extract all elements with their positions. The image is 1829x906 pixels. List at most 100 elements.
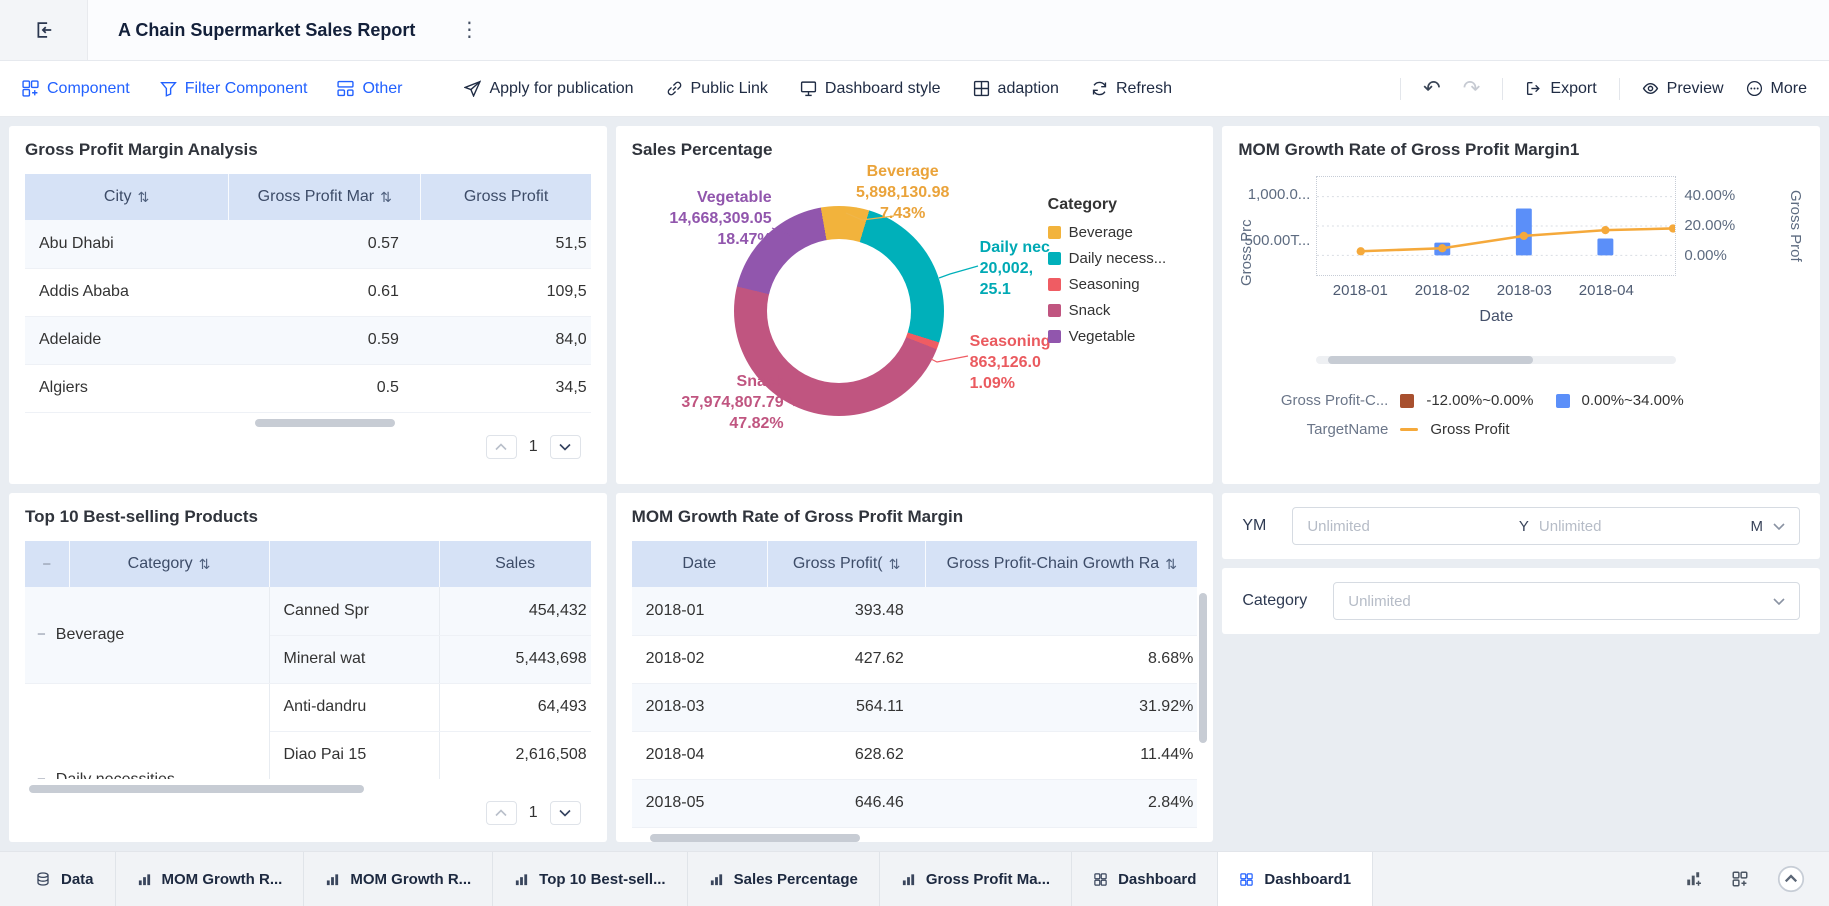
cell-profit: 84,0 [421,316,591,364]
category-group-cell[interactable]: −Beverage [25,587,269,683]
bottom-tab-bar: Data MOM Growth R... MOM Growth R... Top… [0,851,1829,906]
sort-icon: ⇅ [1165,556,1177,573]
cell-growth: 2.84% [926,779,1198,827]
cell-product: Canned Spr [269,587,439,635]
style-brush-icon [800,80,817,97]
chevron-up-icon [495,809,507,817]
tab-gross-profit-margin[interactable]: Gross Profit Ma... [880,852,1072,906]
cell-margin: 0.61 [229,268,421,316]
panel-top10-products: Top 10 Best-selling Products − Category⇅… [9,493,607,842]
legend-swatch-positive-range[interactable] [1556,394,1570,408]
tab-dashboard[interactable]: Dashboard [1072,852,1218,906]
tab-sales-percentage[interactable]: Sales Percentage [688,852,880,906]
pagination: 1 [25,435,591,459]
top10-table: − Category⇅ Sales −Beverage Canned Spr [25,541,591,779]
tabbar-right-actions [1661,852,1829,906]
cell-growth: 31.92% [926,683,1198,731]
category-placeholder: Unlimited [1348,593,1411,610]
combo-chart-svg [1317,177,1675,275]
legend-item-daily-necessities[interactable]: Daily necess... [1048,250,1167,267]
y-right-tick: 20.00% [1684,217,1735,234]
tab-mom-growth-1[interactable]: MOM Growth R... [116,852,305,906]
component-button[interactable]: Component [22,80,130,98]
preview-button[interactable]: Preview [1642,80,1724,98]
horizontal-scrollbar[interactable] [255,419,395,427]
column-header-sales[interactable]: Sales [439,541,591,587]
add-dashboard-button[interactable] [1731,870,1749,888]
more-label: More [1771,80,1807,98]
table-row: 2018-01393.48 [632,587,1198,635]
tab-label: Dashboard1 [1264,871,1351,888]
cell-sales: 5,443,698 [439,635,591,683]
chevron-down-icon [559,809,571,817]
horizontal-scrollbar[interactable] [29,785,364,793]
other-label: Other [362,80,402,98]
database-icon [35,871,51,887]
undo-button[interactable]: ↶ [1423,78,1441,99]
legend-line-swatch[interactable] [1400,428,1418,431]
category-group-cell[interactable]: −Daily necessities [25,683,269,779]
adaption-button[interactable]: adaption [973,80,1059,98]
collapse-all-header[interactable]: − [25,541,69,587]
export-button[interactable]: Export [1525,80,1596,98]
page-up-button[interactable] [486,801,517,825]
cell-profit: 628.62 [767,731,925,779]
page-down-button[interactable] [550,801,581,825]
column-header-category[interactable]: Category⇅ [69,541,269,587]
legend-item-beverage[interactable]: Beverage [1048,224,1167,241]
add-chart-button[interactable] [1685,870,1703,888]
collapse-icon[interactable]: − [37,771,46,779]
legend-swatch-negative-range[interactable] [1400,394,1414,408]
redo-button[interactable]: ↷ [1463,78,1481,99]
chevron-up-icon [495,443,507,451]
column-header-gross-profit[interactable]: Gross Profit(⇅ [767,541,925,587]
legend-item-seasoning[interactable]: Seasoning [1048,276,1167,293]
filter-component-button[interactable]: Filter Component [160,80,308,98]
more-button[interactable]: More [1746,80,1807,98]
filter-component-label: Filter Component [185,80,308,98]
vertical-scrollbar[interactable] [1199,593,1207,743]
title-more-menu[interactable]: ⋮ [459,20,479,40]
x-tick: 2018-03 [1489,282,1559,299]
collapse-tabbar-button[interactable] [1777,865,1805,893]
collapse-chevron-up-icon [1777,865,1805,893]
page-down-button[interactable] [550,435,581,459]
adaption-grid-icon [973,80,990,97]
other-icon [337,80,354,97]
column-header-date[interactable]: Date [632,541,768,587]
table-row: 2018-05646.462.84% [632,779,1198,827]
page-up-button[interactable] [486,435,517,459]
y-right-tick: 40.00% [1684,187,1735,204]
bar-chart-icon [325,872,340,887]
collapse-icon: − [25,556,69,573]
column-header-gross-profit-margin[interactable]: Gross Profit Mar⇅ [229,174,421,220]
tab-label: Gross Profit Ma... [926,871,1050,888]
dashboard-style-button[interactable]: Dashboard style [800,80,941,98]
column-header-gross-profit[interactable]: Gross Profit [421,174,591,220]
horizontal-scrollbar[interactable] [650,834,860,842]
column-header-city[interactable]: City⇅ [25,174,229,220]
category-label: Beverage [56,626,125,644]
tab-label: MOM Growth R... [162,871,283,888]
legend-item-snack[interactable]: Snack [1048,302,1167,319]
callout-percent: 7.43% [828,204,978,225]
column-header-chain-growth[interactable]: Gross Profit-Chain Growth Ra⇅ [926,541,1198,587]
tab-data[interactable]: Data [14,852,116,906]
public-link-button[interactable]: Public Link [666,80,768,98]
tab-top10-products[interactable]: Top 10 Best-sell... [493,852,687,906]
exit-dashboard-button[interactable] [0,0,88,60]
ym-filter-input[interactable]: Unlimited Y Unlimited M [1292,507,1800,545]
legend-label: Daily necess... [1069,250,1167,267]
apply-for-publication-button[interactable]: Apply for publication [464,80,633,98]
collapse-icon[interactable]: − [37,626,46,643]
refresh-button[interactable]: Refresh [1091,80,1172,98]
category-filter-input[interactable]: Unlimited [1333,582,1800,620]
tab-dashboard1-active[interactable]: Dashboard1 [1218,852,1373,906]
combo-chart-area[interactable]: Gross Prc Gross Prof 1,000.0... 500.00T.… [1238,164,1804,380]
tab-mom-growth-2[interactable]: MOM Growth R... [304,852,493,906]
legend-item-vegetable[interactable]: Vegetable [1048,328,1167,345]
mom-growth-table: Date Gross Profit(⇅ Gross Profit-Chain G… [632,541,1198,828]
cell-date: 2018-02 [632,635,768,683]
other-button[interactable]: Other [337,80,402,98]
chart-scrollbar[interactable] [1328,356,1533,364]
